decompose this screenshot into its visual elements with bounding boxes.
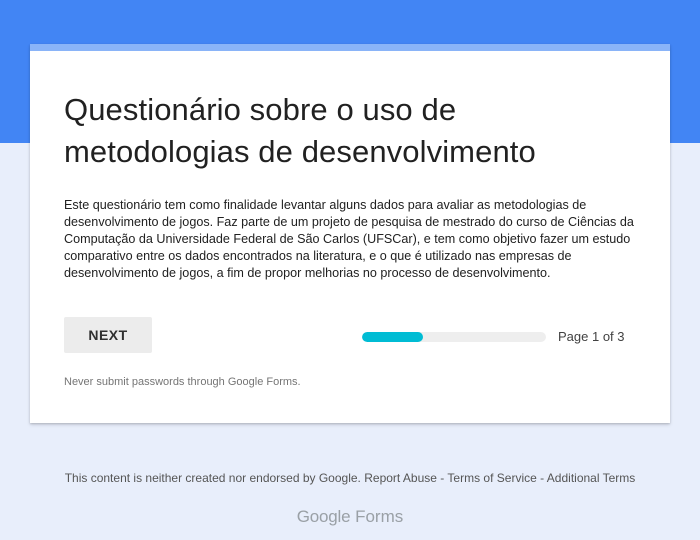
footer-disclaimer: This content is neither created nor endo… bbox=[64, 471, 361, 485]
additional-terms-link[interactable]: Additional Terms bbox=[547, 471, 636, 485]
terms-of-service-link[interactable]: Terms of Service bbox=[447, 471, 536, 485]
footer-separator: - bbox=[440, 471, 445, 485]
footer-separator: - bbox=[540, 471, 545, 485]
password-warning: Never submit passwords through Google Fo… bbox=[64, 376, 301, 388]
page-indicator: Page 1 of 3 bbox=[558, 329, 625, 344]
forms-wordmark: Forms bbox=[355, 507, 404, 526]
progress-bar-fill bbox=[362, 332, 424, 342]
report-abuse-link[interactable]: Report Abuse bbox=[364, 471, 437, 485]
form-description: Este questionário tem como finalidade le… bbox=[64, 198, 634, 280]
form-title: Questionário sobre o uso de metodologias… bbox=[64, 92, 536, 169]
google-forms-logo[interactable]: Google Forms bbox=[0, 506, 700, 528]
google-wordmark: Google bbox=[296, 507, 351, 526]
progress-bar bbox=[362, 332, 546, 342]
next-button[interactable]: NEXT bbox=[64, 317, 152, 353]
form-card: Questionário sobre o uso de metodologias… bbox=[30, 44, 670, 423]
footer: This content is neither created nor endo… bbox=[0, 470, 700, 486]
card-accent-bar bbox=[30, 44, 670, 51]
